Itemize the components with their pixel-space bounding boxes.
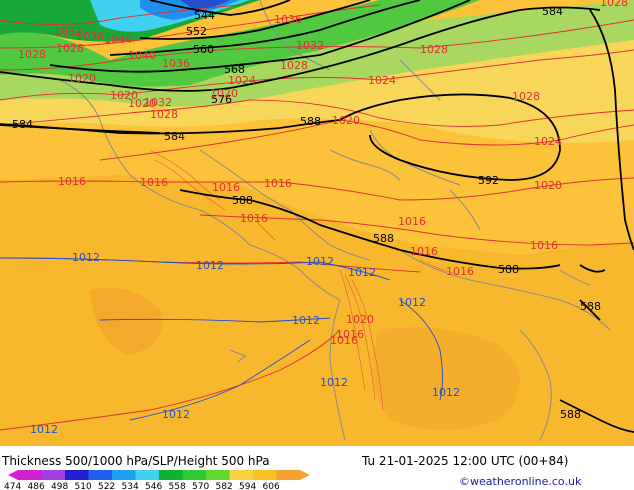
isobar-label: 1016 [530,239,558,252]
colorbar-tick-label: 546 [145,482,162,490]
isobar-label: 1020 [346,313,374,326]
colorbar-swatch [65,470,89,480]
isobar-label: 1012 [432,386,460,399]
isobar-label: 1012 [398,296,426,309]
isobar-label: 1016 [398,215,426,228]
isobar-label: 1032 [296,39,324,52]
isobar-label: 1020 [534,179,562,192]
height-label: 588 [560,408,581,421]
isobar-label: 1028 [600,0,628,9]
isobar-label: 1016 [212,181,240,194]
height-label: 588 [232,194,253,207]
isobar-label: 1012 [348,266,376,279]
isobar-label: 1012 [292,314,320,327]
colorbar-tick-label: 486 [28,482,45,490]
isobar-label: 1044 [104,33,132,46]
height-label: 552 [186,25,207,38]
isobar-label: 1012 [72,251,100,264]
height-label: 588 [300,115,321,128]
isobar-label: 1024 [534,135,562,148]
isobar-label: 1036 [76,30,104,43]
isobar-label: 1012 [30,423,58,436]
isobar-label: 1012 [306,255,334,268]
isobar-label: 1016 [446,265,474,278]
isobar-label: 1016 [330,334,358,347]
colorbar-swatch [276,470,300,480]
isobar-label: 1036 [162,57,190,70]
colorbar-tick-label: 522 [98,482,115,490]
isobar-label: 1028 [56,42,84,55]
isobar-label: 1024 [368,74,396,87]
colorbar-swatch [88,470,112,480]
isobar-label: 1016 [140,176,168,189]
map-title: Thickness 500/1000 hPa/SLP/Height 500 hP… [1,454,270,468]
colorbar-tick-label: 594 [239,482,256,490]
isobar-label: 1012 [162,408,190,421]
isobar-label: 1016 [264,177,292,190]
isobar-label: 1016 [410,245,438,258]
colorbar-tick-label: 570 [192,482,209,490]
colorbar-tick-label: 606 [263,482,280,490]
height-label: 584 [12,118,33,131]
height-label: 584 [542,5,563,18]
isobar-label: 1024 [228,74,256,87]
colorbar-swatch [159,470,183,480]
isobar-label: 1028 [420,43,448,56]
colorbar-swatch [112,470,136,480]
isobar-label: 1020 [68,72,96,85]
isobar-label: 1016 [240,212,268,225]
height-label: 588 [373,232,394,245]
isobar-label: 1012 [320,376,348,389]
colorbar-swatch [253,470,277,480]
colorbar-tick-label: 474 [4,482,21,490]
colorbar-tick-label: 582 [216,482,233,490]
height-label: 544 [194,9,215,22]
isobar-label: 1028 [512,90,540,103]
colorbar-swatch [229,470,253,480]
colorbar-swatch [41,470,65,480]
height-label: 592 [478,174,499,187]
isobar-label: 1016 [58,175,86,188]
colorbar-swatch [182,470,206,480]
height-label: 588 [498,263,519,276]
colorbar-swatch [135,470,159,480]
colorbar-tick-label: 498 [51,482,68,490]
isobar-label: 1020 [210,87,238,100]
isobar-label: 1036 [274,13,302,26]
height-label: 588 [580,300,601,313]
isobar-label: 1020 [128,97,156,110]
site-credit: ©weatheronline.co.uk [459,475,582,488]
isobar-label: 1028 [18,48,46,61]
height-label: 584 [164,130,185,143]
colorbar-swatch [206,470,230,480]
isobar-label: 1012 [196,259,224,272]
colorbar-tick-label: 534 [122,482,139,490]
colorbar-swatch [18,470,42,480]
colorbar-tick-label: 510 [75,482,92,490]
height-label: 560 [193,43,214,56]
isobar-label: 1028 [280,59,308,72]
isobar-label: 1040 [128,49,156,62]
map-datetime: Tu 21-01-2025 12:00 UTC (00+84) [361,454,568,468]
isobar-label: 1020 [332,114,360,127]
colorbar-tick-label: 558 [169,482,186,490]
weather-map: 544 552 560 568 576 584 584 584 588 588 … [0,0,634,490]
